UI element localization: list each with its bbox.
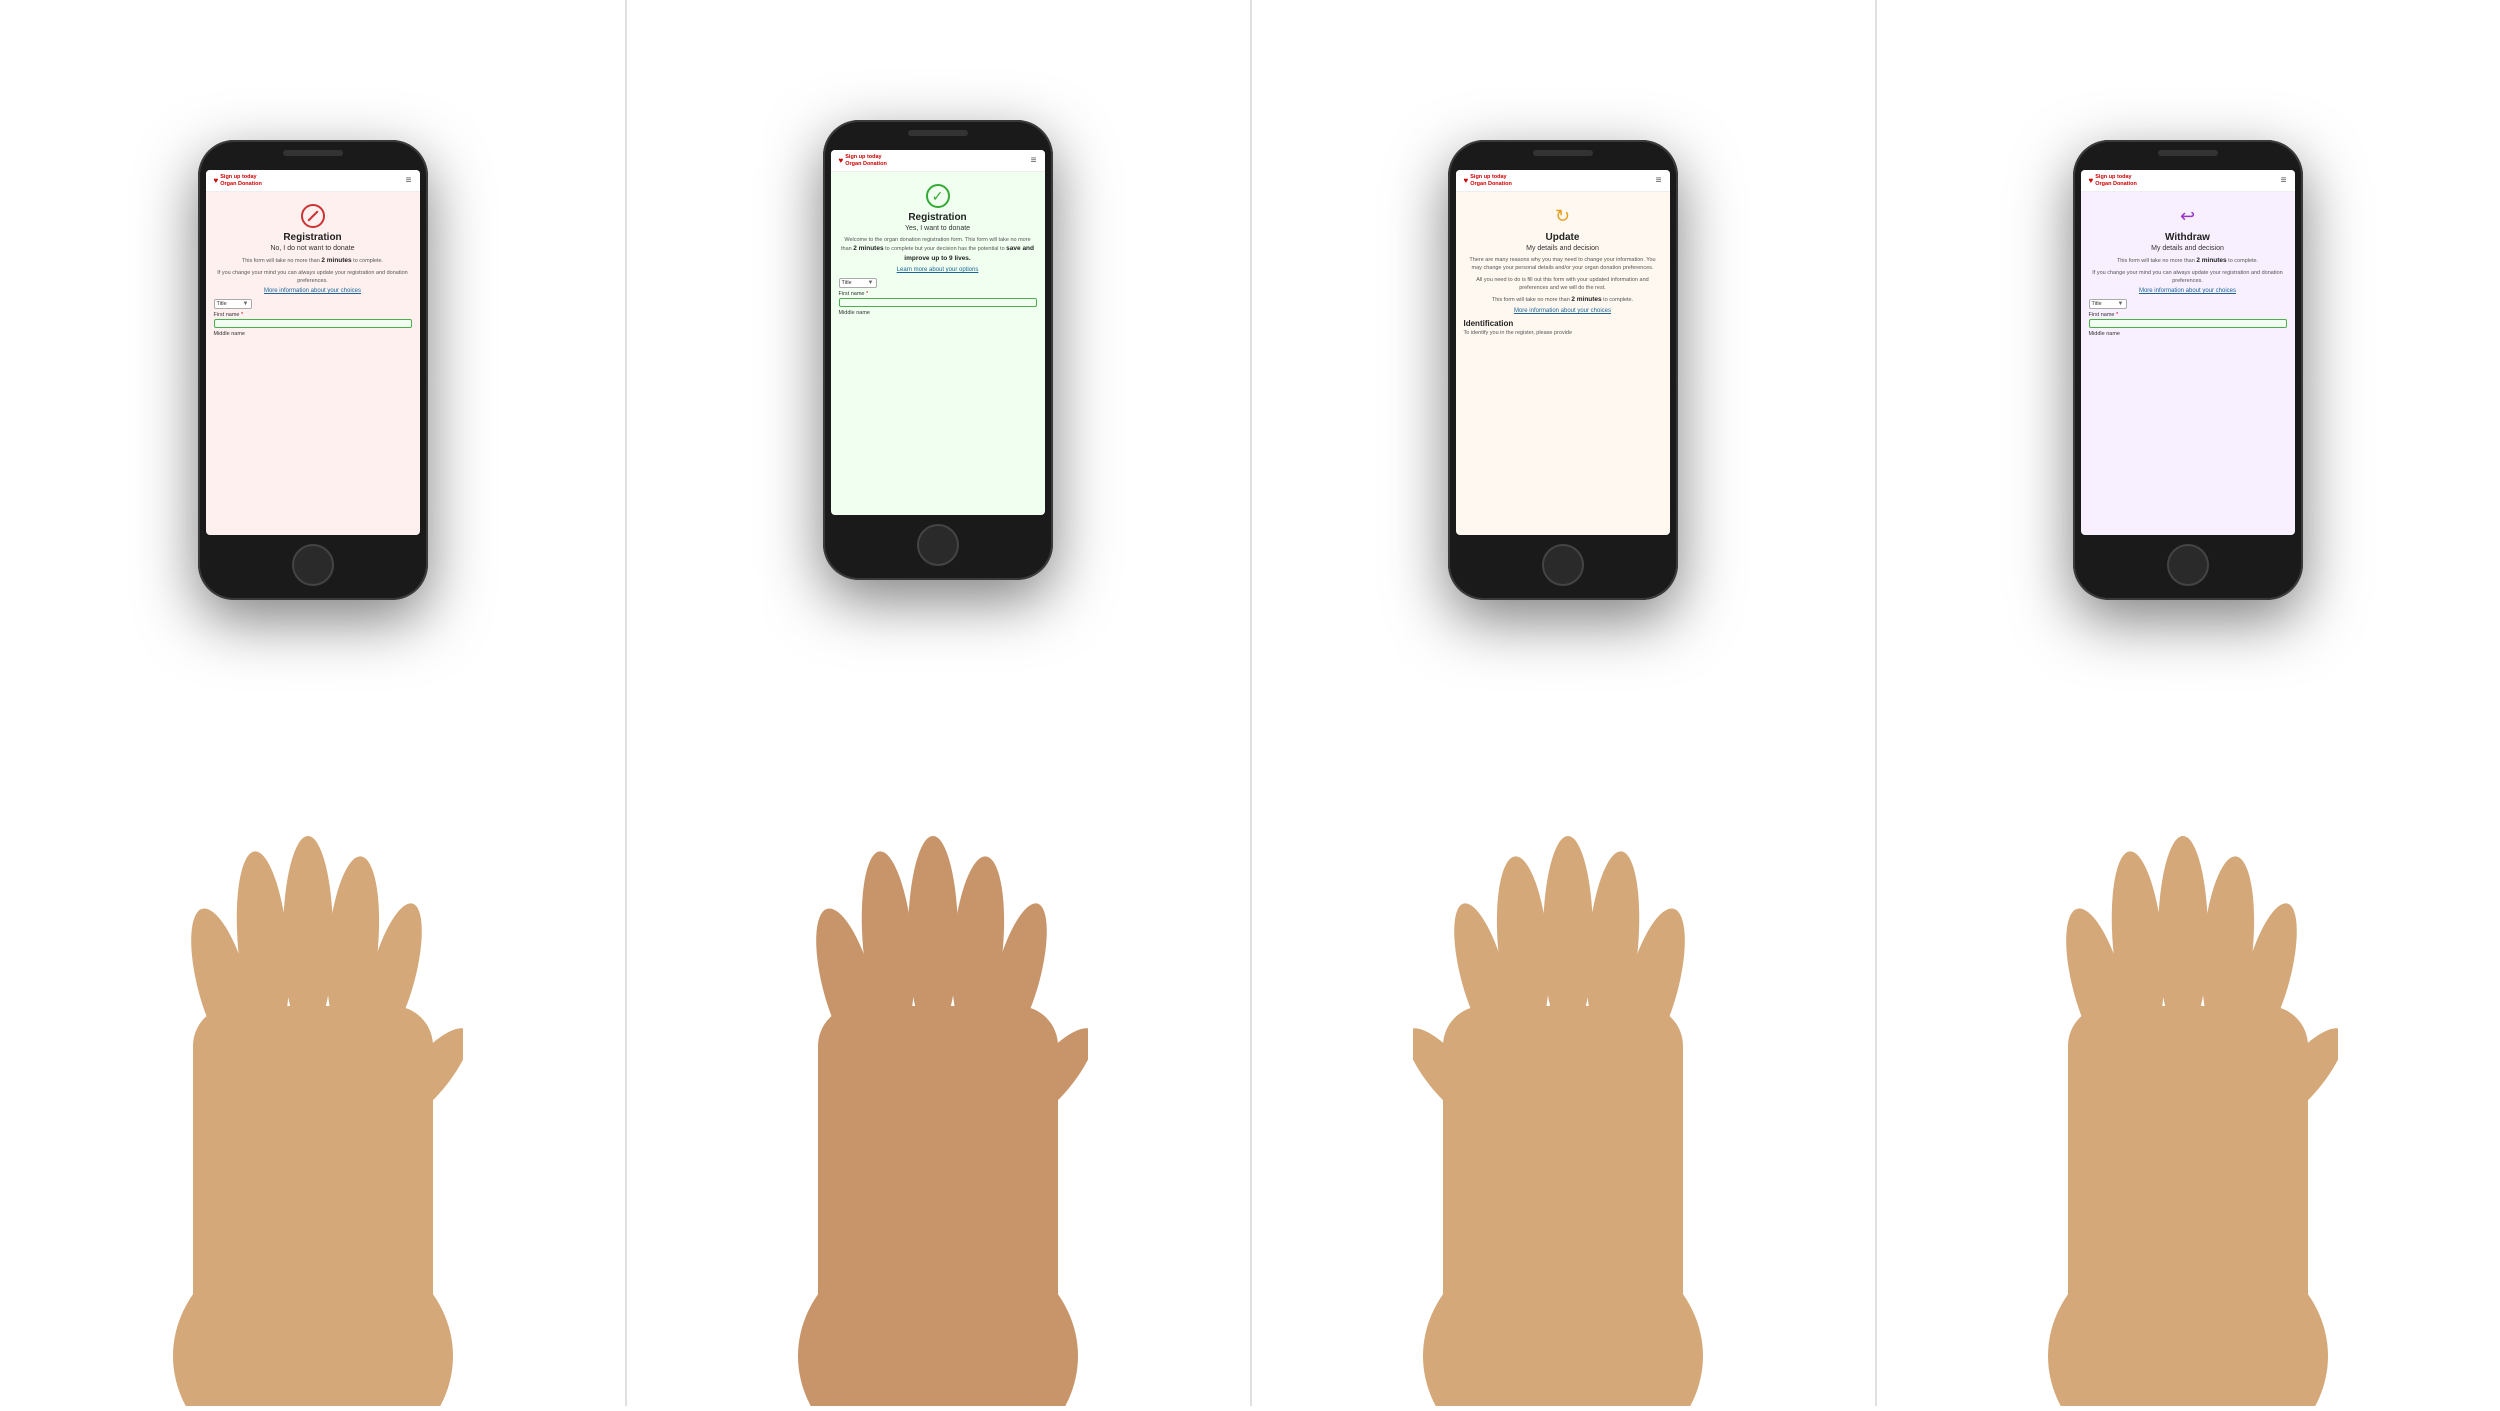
screen-link-4[interactable]: More information about your choices <box>2089 288 2287 294</box>
hamburger-3[interactable]: ≡ <box>1656 175 1662 186</box>
hamburger-2[interactable]: ≡ <box>1031 155 1037 166</box>
logo-text-2: Sign up today Organ Donation <box>845 154 887 167</box>
identification-title-3: Identification <box>1464 319 1662 328</box>
screen-body-3: ↻ Update My details and decision There a… <box>1456 192 1670 341</box>
logo-heart-3: ♥ <box>1464 176 1469 185</box>
phone-1: ♥ Sign up today Organ Donation ≡ Registr… <box>198 140 428 600</box>
middlename-label-2: Middle name <box>839 310 1037 316</box>
phone-3: ♥ Sign up today Organ Donation ≡ ↻ Updat… <box>1448 140 1678 600</box>
logo-3: ♥ Sign up today Organ Donation <box>1464 174 1512 187</box>
screen-link-2[interactable]: Learn more about your options <box>839 267 1037 273</box>
app-header-2: ♥ Sign up today Organ Donation ≡ <box>831 150 1045 172</box>
no-icon-1 <box>301 204 325 228</box>
form-firstname-row-2: First name * <box>839 291 1037 307</box>
logo-4: ♥ Sign up today Organ Donation <box>2089 174 2137 187</box>
firstname-input-1[interactable] <box>214 319 412 328</box>
screen-title-3: Update <box>1464 232 1662 243</box>
title-select-4[interactable]: Title ▼ <box>2089 299 2127 309</box>
form-firstname-row-1: First name * <box>214 312 412 328</box>
title-select-2[interactable]: Title ▼ <box>839 278 877 288</box>
refresh-icon-3: ↻ <box>1551 204 1575 228</box>
firstname-label-2: First name * <box>839 291 1037 297</box>
screen-title-2: Registration <box>839 212 1037 223</box>
middlename-label-1: Middle name <box>214 331 412 337</box>
screen-subtitle-1: No, I do not want to donate <box>214 245 412 252</box>
hamburger-1[interactable]: ≡ <box>406 175 412 186</box>
screen-desc-4b: If you change your mind you can always u… <box>2089 269 2287 286</box>
withdraw-icon-4: ↩ <box>2176 204 2200 228</box>
logo-text-4: Sign up today Organ Donation <box>2095 174 2137 187</box>
form-title-row-1: Title ▼ <box>214 299 412 309</box>
form-firstname-row-4: First name * <box>2089 312 2287 328</box>
firstname-label-4: First name * <box>2089 312 2287 318</box>
app-header-1: ♥ Sign up today Organ Donation ≡ <box>206 170 420 192</box>
form-title-row-2: Title ▼ <box>839 278 1037 288</box>
screen-desc-3a: There are many reasons why you may need … <box>1464 256 1662 273</box>
screen-desc-3c: This form will take no more than 2 minut… <box>1464 295 1662 305</box>
logo-text-1: Sign up today Organ Donation <box>220 174 262 187</box>
logo-heart-4: ♥ <box>2089 176 2094 185</box>
form-middlename-row-2: Middle name <box>839 310 1037 316</box>
logo-heart-1: ♥ <box>214 176 219 185</box>
phone-1-screen: ♥ Sign up today Organ Donation ≡ Registr… <box>206 170 420 535</box>
identification-desc-3: To identify you in the register, please … <box>1464 330 1662 338</box>
logo-1: ♥ Sign up today Organ Donation <box>214 174 262 187</box>
firstname-input-2[interactable] <box>839 298 1037 307</box>
screen-subtitle-3: My details and decision <box>1464 245 1662 252</box>
logo-text-3: Sign up today Organ Donation <box>1470 174 1512 187</box>
screen-body-1: Registration No, I do not want to donate… <box>206 192 420 344</box>
firstname-input-4[interactable] <box>2089 319 2287 328</box>
logo-2: ♥ Sign up today Organ Donation <box>839 154 887 167</box>
phone-container-1: ♥ Sign up today Organ Donation ≡ Registr… <box>0 0 625 1406</box>
app-header-3: ♥ Sign up today Organ Donation ≡ <box>1456 170 1670 192</box>
phone-2: ♥ Sign up today Organ Donation ≡ ✓ Regis… <box>823 120 1053 580</box>
hamburger-4[interactable]: ≡ <box>2281 175 2287 186</box>
app-header-4: ♥ Sign up today Organ Donation ≡ <box>2081 170 2295 192</box>
screen-link-3[interactable]: More information about your choices <box>1464 308 1662 314</box>
phone-container-4: ♥ Sign up today Organ Donation ≡ ↩ Withd… <box>1875 0 2500 1406</box>
title-select-1[interactable]: Title ▼ <box>214 299 252 309</box>
screen-title-1: Registration <box>214 232 412 243</box>
screen-body-2: ✓ Registration Yes, I want to donate Wel… <box>831 172 1045 323</box>
screen-desc-3b: All you need to do is fill out this form… <box>1464 276 1662 293</box>
screen-subtitle-2: Yes, I want to donate <box>839 225 1037 232</box>
firstname-label-1: First name * <box>214 312 412 318</box>
yes-icon-2: ✓ <box>926 184 950 208</box>
phone-4: ♥ Sign up today Organ Donation ≡ ↩ Withd… <box>2073 140 2303 600</box>
form-middlename-row-1: Middle name <box>214 331 412 337</box>
screen-desc-2a: Welcome to the organ donation registrati… <box>839 236 1037 264</box>
form-middlename-row-4: Middle name <box>2089 331 2287 337</box>
phone-container-3: ♥ Sign up today Organ Donation ≡ ↻ Updat… <box>1250 0 1875 1406</box>
phone-container-2: ♥ Sign up today Organ Donation ≡ ✓ Regis… <box>625 0 1250 1406</box>
screen-title-4: Withdraw <box>2089 232 2287 243</box>
phone-4-screen: ♥ Sign up today Organ Donation ≡ ↩ Withd… <box>2081 170 2295 535</box>
screen-subtitle-4: My details and decision <box>2089 245 2287 252</box>
screen-body-4: ↩ Withdraw My details and decision This … <box>2081 192 2295 344</box>
main-scene: ♥ Sign up today Organ Donation ≡ Registr… <box>0 0 2500 1406</box>
phone-2-screen: ♥ Sign up today Organ Donation ≡ ✓ Regis… <box>831 150 1045 515</box>
logo-heart-2: ♥ <box>839 156 844 165</box>
screen-desc-1b: If you change your mind you can always u… <box>214 269 412 286</box>
screen-desc-4a: This form will take no more than 2 minut… <box>2089 256 2287 266</box>
middlename-label-4: Middle name <box>2089 331 2287 337</box>
phone-3-screen: ♥ Sign up today Organ Donation ≡ ↻ Updat… <box>1456 170 1670 535</box>
form-title-row-4: Title ▼ <box>2089 299 2287 309</box>
screen-desc-1a: This form will take no more than 2 minut… <box>214 256 412 266</box>
screen-link-1[interactable]: More information about your choices <box>214 288 412 294</box>
